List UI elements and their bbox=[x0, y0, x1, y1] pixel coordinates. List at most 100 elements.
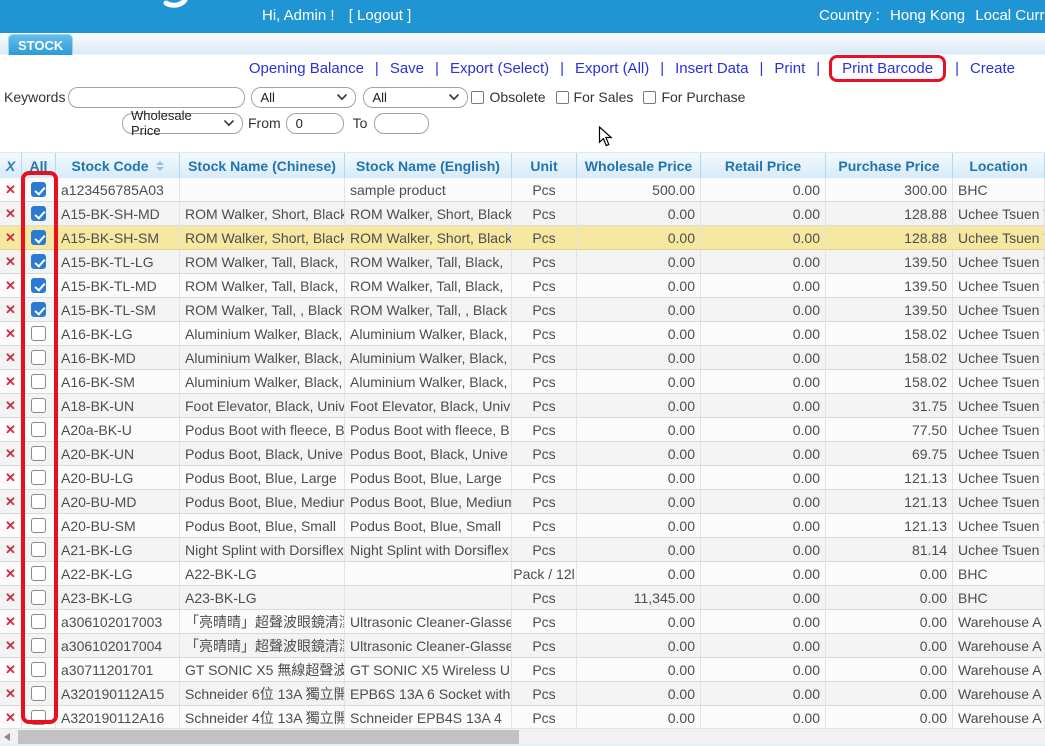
table-row[interactable]: ✕ A20-BK-UN Podus Boot, Black, Unive Pod… bbox=[0, 442, 1045, 466]
delete-row-icon[interactable]: ✕ bbox=[0, 682, 22, 705]
table-row[interactable]: ✕ A16-BK-LG Aluminium Walker, Black, Alu… bbox=[0, 322, 1045, 346]
delete-row-icon[interactable]: ✕ bbox=[0, 586, 22, 609]
category-select-2[interactable]: All bbox=[363, 87, 468, 108]
delete-row-icon[interactable]: ✕ bbox=[0, 418, 22, 441]
scroll-left-arrow[interactable] bbox=[4, 733, 10, 741]
table-row[interactable]: ✕ A15-BK-TL-LG ROM Walker, Tall, Black, … bbox=[0, 250, 1045, 274]
delete-row-icon[interactable]: ✕ bbox=[0, 610, 22, 633]
toolbar-link[interactable]: Export (Select) bbox=[450, 60, 549, 77]
delete-row-icon[interactable]: ✕ bbox=[0, 274, 22, 297]
table-row[interactable]: ✕ A21-BK-LG Night Splint with Dorsiflex … bbox=[0, 538, 1045, 562]
row-checkbox[interactable] bbox=[31, 518, 46, 533]
delete-row-icon[interactable]: ✕ bbox=[0, 562, 22, 585]
toolbar-link[interactable]: Insert Data bbox=[675, 60, 748, 77]
header-wholesale-price[interactable]: Wholesale Price bbox=[577, 153, 701, 178]
delete-row-icon[interactable]: ✕ bbox=[0, 706, 22, 729]
delete-row-icon[interactable]: ✕ bbox=[0, 442, 22, 465]
row-checkbox[interactable] bbox=[31, 182, 46, 197]
table-row[interactable]: ✕ a306102017004 「亮晴晴」超聲波眼鏡清潔 Ultrasonic … bbox=[0, 634, 1045, 658]
row-checkbox[interactable] bbox=[31, 566, 46, 581]
row-checkbox[interactable] bbox=[31, 494, 46, 509]
delete-row-icon[interactable]: ✕ bbox=[0, 658, 22, 681]
table-row[interactable]: ✕ A15-BK-SH-MD ROM Walker, Short, Black … bbox=[0, 202, 1045, 226]
delete-row-icon[interactable]: ✕ bbox=[0, 298, 22, 321]
table-row[interactable]: ✕ A20-BU-SM Podus Boot, Blue, Small Podu… bbox=[0, 514, 1045, 538]
header-name-chinese[interactable]: Stock Name (Chinese) bbox=[180, 153, 345, 178]
table-row[interactable]: ✕ A22-BK-LG A22-BK-LG Pack / 12l 0.00 0.… bbox=[0, 562, 1045, 586]
toolbar-link[interactable]: Create bbox=[970, 60, 1015, 77]
row-checkbox[interactable] bbox=[31, 542, 46, 557]
row-checkbox[interactable] bbox=[31, 374, 46, 389]
delete-row-icon[interactable]: ✕ bbox=[0, 250, 22, 273]
row-checkbox[interactable] bbox=[31, 422, 46, 437]
table-row[interactable]: ✕ a306102017003 「亮晴晴」超聲波眼鏡清潔 Ultrasonic … bbox=[0, 610, 1045, 634]
delete-row-icon[interactable]: ✕ bbox=[0, 346, 22, 369]
toolbar-link[interactable]: Print Barcode bbox=[829, 55, 946, 82]
for-purchase-checkbox[interactable] bbox=[643, 91, 656, 104]
horizontal-scrollbar[interactable] bbox=[0, 728, 1045, 744]
table-row[interactable]: ✕ A16-BK-SM Aluminium Walker, Black, Alu… bbox=[0, 370, 1045, 394]
price-field-select[interactable]: Wholesale Price bbox=[122, 113, 243, 134]
scrollbar-thumb[interactable] bbox=[18, 730, 519, 744]
row-checkbox[interactable] bbox=[31, 614, 46, 629]
for-sales-checkbox[interactable] bbox=[556, 91, 569, 104]
row-checkbox[interactable] bbox=[31, 302, 46, 317]
toolbar-link[interactable]: Opening Balance bbox=[249, 60, 364, 77]
row-checkbox[interactable] bbox=[31, 470, 46, 485]
table-row[interactable]: ✕ A20-BU-LG Podus Boot, Blue, Large Podu… bbox=[0, 466, 1045, 490]
delete-row-icon[interactable]: ✕ bbox=[0, 490, 22, 513]
header-location[interactable]: Location bbox=[953, 153, 1045, 178]
row-checkbox[interactable] bbox=[31, 590, 46, 605]
table-row[interactable]: ✕ A15-BK-SH-SM ROM Walker, Short, Black … bbox=[0, 226, 1045, 250]
table-row[interactable]: ✕ A15-BK-TL-SM ROM Walker, Tall, , Black… bbox=[0, 298, 1045, 322]
header-retail-price[interactable]: Retail Price bbox=[701, 153, 826, 178]
table-row[interactable]: ✕ A20-BU-MD Podus Boot, Blue, Medium Pod… bbox=[0, 490, 1045, 514]
toolbar-link[interactable]: Export (All) bbox=[575, 60, 649, 77]
delete-row-icon[interactable]: ✕ bbox=[0, 202, 22, 225]
delete-row-icon[interactable]: ✕ bbox=[0, 538, 22, 561]
price-to-input[interactable] bbox=[374, 113, 429, 134]
table-row[interactable]: ✕ a123456785A03 sample product Pcs 500.0… bbox=[0, 178, 1045, 202]
keywords-input[interactable] bbox=[68, 87, 245, 108]
row-checkbox[interactable] bbox=[31, 662, 46, 677]
table-row[interactable]: ✕ A15-BK-TL-MD ROM Walker, Tall, Black, … bbox=[0, 274, 1045, 298]
row-checkbox[interactable] bbox=[31, 710, 46, 725]
table-row[interactable]: ✕ a30711201701 GT SONIC X5 無線超聲波 GT SONI… bbox=[0, 658, 1045, 682]
delete-row-icon[interactable]: ✕ bbox=[0, 226, 22, 249]
logout-link[interactable]: [ Logout ] bbox=[349, 7, 412, 24]
header-stock-code[interactable]: Stock Code bbox=[56, 153, 180, 178]
header-select-all[interactable]: All bbox=[22, 153, 56, 178]
row-checkbox[interactable] bbox=[31, 398, 46, 413]
row-checkbox[interactable] bbox=[31, 206, 46, 221]
row-checkbox[interactable] bbox=[31, 326, 46, 341]
row-checkbox[interactable] bbox=[31, 686, 46, 701]
delete-row-icon[interactable]: ✕ bbox=[0, 634, 22, 657]
table-row[interactable]: ✕ A320190112A15 Schneider 6位 13A 獨立開 EPB… bbox=[0, 682, 1045, 706]
delete-row-icon[interactable]: ✕ bbox=[0, 514, 22, 537]
delete-row-icon[interactable]: ✕ bbox=[0, 322, 22, 345]
row-checkbox[interactable] bbox=[31, 230, 46, 245]
delete-row-icon[interactable]: ✕ bbox=[0, 394, 22, 417]
header-delete-all[interactable]: X bbox=[0, 153, 22, 178]
header-purchase-price[interactable]: Purchase Price bbox=[826, 153, 953, 178]
header-unit[interactable]: Unit bbox=[512, 153, 577, 178]
row-checkbox[interactable] bbox=[31, 254, 46, 269]
delete-row-icon[interactable]: ✕ bbox=[0, 370, 22, 393]
row-checkbox[interactable] bbox=[31, 638, 46, 653]
row-checkbox[interactable] bbox=[31, 350, 46, 365]
table-row[interactable]: ✕ A20a-BK-U Podus Boot with fleece, B Po… bbox=[0, 418, 1045, 442]
delete-row-icon[interactable]: ✕ bbox=[0, 466, 22, 489]
row-checkbox[interactable] bbox=[31, 278, 46, 293]
table-row[interactable]: ✕ A320190112A16 Schneider 4位 13A 獨立開 Sch… bbox=[0, 706, 1045, 730]
row-checkbox[interactable] bbox=[31, 446, 46, 461]
table-row[interactable]: ✕ A18-BK-UN Foot Elevator, Black, Univ F… bbox=[0, 394, 1045, 418]
header-name-english[interactable]: Stock Name (English) bbox=[345, 153, 512, 178]
delete-row-icon[interactable]: ✕ bbox=[0, 178, 22, 201]
table-row[interactable]: ✕ A16-BK-MD Aluminium Walker, Black, Alu… bbox=[0, 346, 1045, 370]
toolbar-link[interactable]: Print bbox=[774, 60, 805, 77]
toolbar-link[interactable]: Save bbox=[390, 60, 424, 77]
category-select-1[interactable]: All bbox=[251, 87, 356, 108]
price-from-input[interactable] bbox=[286, 113, 344, 134]
obsolete-checkbox[interactable] bbox=[471, 91, 484, 104]
tab-stock[interactable]: STOCK bbox=[8, 34, 73, 55]
